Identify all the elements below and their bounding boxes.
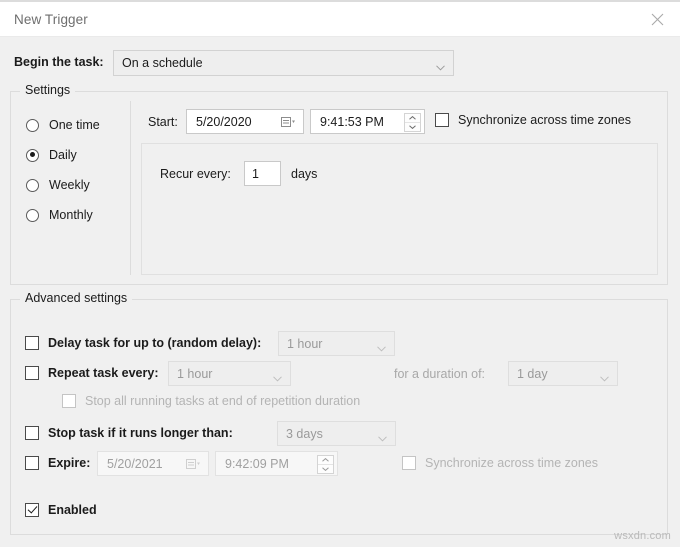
stop-all-running-tasks-label: Stop all running tasks at end of repetit… bbox=[85, 394, 361, 408]
spinner-down-icon[interactable] bbox=[318, 464, 333, 473]
stop-task-box bbox=[25, 426, 39, 440]
radio-weekly-label: Weekly bbox=[49, 178, 90, 192]
recur-unit-label: days bbox=[291, 167, 318, 181]
advanced-settings-group-label: Advanced settings bbox=[20, 291, 133, 305]
delay-task-label: Delay task for up to (random delay): bbox=[48, 336, 262, 350]
stop-all-running-tasks-box bbox=[62, 394, 76, 408]
repeat-task-checkbox[interactable]: Repeat task every: bbox=[25, 366, 158, 380]
stop-task-checkbox[interactable]: Stop task if it runs longer than: bbox=[25, 426, 233, 440]
radio-monthly-label: Monthly bbox=[49, 208, 93, 222]
watermark: wsxdn.com bbox=[614, 530, 671, 542]
expire-time-spinner[interactable] bbox=[317, 455, 334, 474]
expire-time-input[interactable]: 9:42:09 PM bbox=[215, 451, 338, 476]
enabled-label: Enabled bbox=[48, 503, 97, 517]
settings-group-label: Settings bbox=[20, 83, 76, 97]
start-time-input[interactable]: 9:41:53 PM bbox=[310, 109, 425, 134]
delay-task-checkbox[interactable]: Delay task for up to (random delay): bbox=[25, 336, 261, 350]
repeat-task-box bbox=[25, 366, 39, 380]
start-date-value: 5/20/2020 bbox=[196, 115, 252, 129]
radio-monthly[interactable]: Monthly bbox=[26, 202, 100, 228]
expire-box bbox=[25, 456, 39, 470]
begin-task-label: Begin the task: bbox=[14, 55, 104, 69]
chevron-down-icon bbox=[378, 431, 387, 445]
repeat-task-dropdown[interactable]: 1 hour bbox=[168, 361, 291, 386]
schedule-type-radio-group: One time Daily Weekly Monthly bbox=[26, 112, 100, 232]
recur-every-value: 1 bbox=[252, 167, 259, 181]
start-time-spinner[interactable] bbox=[404, 113, 421, 132]
stop-task-dropdown[interactable]: 3 days bbox=[277, 421, 396, 446]
sync-time-zones-start-label: Synchronize across time zones bbox=[458, 113, 631, 127]
close-button[interactable] bbox=[634, 2, 680, 36]
spinner-up-icon[interactable] bbox=[318, 456, 333, 464]
expire-label: Expire: bbox=[48, 456, 91, 470]
start-label: Start: bbox=[148, 115, 178, 129]
expire-date-input[interactable]: 5/20/2021 bbox=[97, 451, 209, 476]
settings-vertical-divider bbox=[130, 101, 131, 275]
calendar-icon bbox=[186, 459, 201, 469]
sync-time-zones-expire-box bbox=[402, 456, 416, 470]
repeat-task-value: 1 hour bbox=[177, 367, 213, 381]
chevron-down-icon bbox=[273, 371, 282, 385]
repeat-task-label: Repeat task every: bbox=[48, 366, 159, 380]
begin-task-value: On a schedule bbox=[122, 56, 203, 70]
delay-task-value: 1 hour bbox=[287, 337, 323, 351]
sync-time-zones-start-checkbox[interactable]: Synchronize across time zones bbox=[435, 113, 631, 127]
delay-task-dropdown[interactable]: 1 hour bbox=[278, 331, 395, 356]
begin-task-row: Begin the task: On a schedule bbox=[0, 50, 680, 78]
close-icon bbox=[651, 13, 663, 25]
enabled-checkbox[interactable]: Enabled bbox=[25, 503, 97, 517]
expire-time-value: 9:42:09 PM bbox=[225, 457, 289, 471]
start-date-input[interactable]: 5/20/2020 bbox=[186, 109, 304, 134]
stop-all-running-tasks-checkbox: Stop all running tasks at end of repetit… bbox=[62, 394, 360, 408]
chevron-down-icon bbox=[436, 60, 445, 74]
calendar-icon[interactable] bbox=[281, 117, 296, 127]
chevron-down-icon bbox=[377, 341, 386, 355]
radio-one-time-label: One time bbox=[49, 118, 100, 132]
radio-one-time-indicator bbox=[26, 118, 39, 132]
begin-task-dropdown[interactable]: On a schedule bbox=[113, 50, 454, 76]
window-title: New Trigger bbox=[14, 11, 88, 27]
sync-time-zones-expire-checkbox: Synchronize across time zones bbox=[402, 456, 598, 470]
radio-daily-label: Daily bbox=[49, 148, 77, 162]
recur-every-input[interactable]: 1 bbox=[244, 161, 281, 186]
expire-checkbox[interactable]: Expire: bbox=[25, 456, 90, 470]
sync-time-zones-start-box bbox=[435, 113, 449, 127]
duration-value: 1 day bbox=[517, 367, 548, 381]
recur-every-label: Recur every: bbox=[160, 167, 231, 181]
spinner-up-icon[interactable] bbox=[405, 114, 420, 122]
duration-label: for a duration of: bbox=[394, 367, 486, 381]
stop-task-label: Stop task if it runs longer than: bbox=[48, 426, 233, 440]
start-time-value: 9:41:53 PM bbox=[320, 115, 384, 129]
radio-weekly-indicator bbox=[26, 178, 39, 192]
title-bar: New Trigger bbox=[0, 2, 680, 37]
recurrence-panel bbox=[141, 143, 658, 275]
expire-date-value: 5/20/2021 bbox=[107, 457, 163, 471]
stop-task-value: 3 days bbox=[286, 427, 323, 441]
radio-daily-indicator bbox=[26, 148, 39, 162]
duration-dropdown[interactable]: 1 day bbox=[508, 361, 618, 386]
chevron-down-icon bbox=[600, 371, 609, 385]
sync-time-zones-expire-label: Synchronize across time zones bbox=[425, 456, 598, 470]
delay-task-box bbox=[25, 336, 39, 350]
radio-daily[interactable]: Daily bbox=[26, 142, 100, 168]
spinner-down-icon[interactable] bbox=[405, 122, 420, 131]
radio-weekly[interactable]: Weekly bbox=[26, 172, 100, 198]
radio-monthly-indicator bbox=[26, 208, 39, 222]
enabled-box bbox=[25, 503, 39, 517]
radio-one-time[interactable]: One time bbox=[26, 112, 100, 138]
